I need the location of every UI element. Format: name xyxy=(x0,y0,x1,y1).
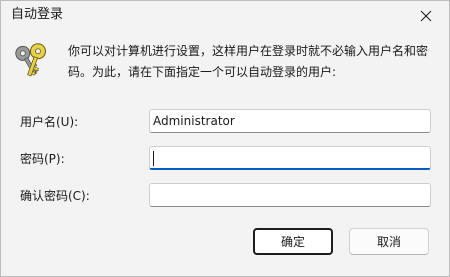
confirm-password-label: 确认密码(C): xyxy=(20,189,90,203)
password-label: 密码(P): xyxy=(20,152,65,166)
auto-login-dialog: 自动登录 你可以对计算机进行设置，这样用户在登录时就不必输入用户名和密码。为此，… xyxy=(0,0,450,277)
dialog-title: 自动登录 xyxy=(11,7,64,22)
keys-icon xyxy=(15,43,46,77)
ok-button[interactable]: 确定 xyxy=(253,228,333,255)
username-field[interactable] xyxy=(149,109,431,133)
cancel-button[interactable]: 取消 xyxy=(349,228,429,255)
confirm-password-field[interactable] xyxy=(149,183,431,207)
close-icon xyxy=(420,10,432,22)
title-bar: 自动登录 xyxy=(1,1,449,31)
username-label: 用户名(U): xyxy=(20,115,79,129)
dialog-description: 你可以对计算机进行设置，这样用户在登录时就不必输入用户名和密码。为此，请在下面指… xyxy=(68,44,429,79)
password-field[interactable] xyxy=(149,146,431,170)
close-button[interactable] xyxy=(407,1,445,31)
text-caret xyxy=(153,151,154,166)
